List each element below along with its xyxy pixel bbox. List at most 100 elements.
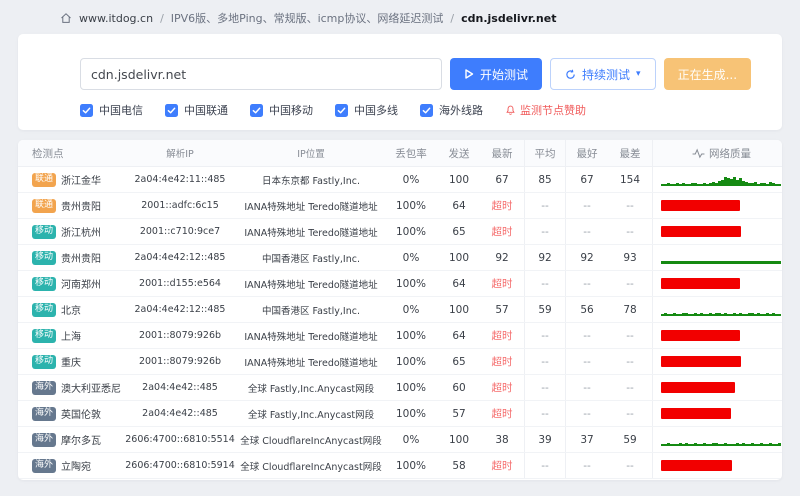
checkbox-checked-icon (80, 103, 93, 117)
host-input[interactable] (80, 58, 442, 90)
sponsor-link-label: 监测节点赞助 (520, 104, 586, 117)
quality-cell (652, 453, 782, 478)
breadcrumb-site[interactable]: www.itdog.cn (79, 12, 153, 25)
checkbox-checked-icon (335, 103, 348, 117)
table-row: 海外 摩尔多瓦 2606:4700::6810:5514 全球 Cloudfla… (18, 427, 782, 453)
isp-badge: 海外 (32, 458, 57, 473)
worst-ping: -- (626, 355, 634, 368)
worst-ping: -- (626, 277, 634, 290)
latest-ping: 超时 (491, 382, 513, 394)
worst-ping: -- (626, 381, 634, 394)
isp-checkbox[interactable]: 中国移动 (250, 102, 313, 118)
table-row: 移动 浙江杭州 2001::c710:9ce7 IANA特殊地址 Teredo隧… (18, 219, 782, 245)
generating-button[interactable]: 正在生成... (663, 58, 752, 90)
bell-icon (506, 105, 515, 115)
isp-checkbox-label: 中国联通 (184, 104, 228, 117)
ip-location: 中国香港区 Fastly,Inc. (262, 305, 360, 317)
start-test-button[interactable]: 开始测试 (450, 58, 543, 90)
latest-ping: 超时 (491, 278, 513, 290)
latest-ping: 超时 (491, 330, 513, 342)
node-cell: 海外 立陶宛 (18, 458, 122, 473)
isp-badge: 移动 (32, 276, 57, 291)
table-header: 检测点 解析IP IP位置 丢包率 发送 最新 平均 最好 最差 网络质量 (18, 140, 782, 167)
table-row: 联通 贵州贵阳 2001::adfc:6c15 IANA特殊地址 Teredo隧… (18, 193, 782, 219)
test-input-row: 开始测试 持续测试 ▾ 正在生成... (80, 58, 752, 90)
loss-rate: 100% (395, 199, 427, 212)
latest-ping: 92 (495, 251, 509, 264)
worst-ping: 59 (623, 433, 637, 446)
isp-badge: 移动 (32, 328, 57, 343)
sent-count: 57 (452, 407, 466, 420)
ip-location: 中国香港区 Fastly,Inc. (262, 253, 360, 265)
node-name: 贵州贵阳 (61, 254, 102, 265)
sent-count: 65 (452, 355, 466, 368)
home-icon (61, 13, 71, 23)
best-ping: -- (583, 407, 591, 420)
resolved-ip: 2001::c710:9ce7 (139, 226, 221, 237)
table-row: 海外 立陶宛 2606:4700::6810:5914 全球 Cloudflar… (18, 453, 782, 479)
test-panel: 开始测试 持续测试 ▾ 正在生成... 中国电信 中国联通 中国移动 (18, 34, 782, 130)
node-name: 浙江杭州 (61, 228, 102, 239)
ip-location: 全球 Fastly,Inc.Anycast网段 (247, 409, 375, 421)
isp-badge: 移动 (32, 250, 57, 265)
loss-bar (661, 356, 741, 367)
quality-cell (652, 193, 782, 218)
node-cell: 海外 摩尔多瓦 (18, 432, 122, 447)
node-cell: 海外 英国伦敦 (18, 406, 122, 421)
latest-ping: 57 (495, 303, 509, 316)
sent-count: 64 (452, 277, 466, 290)
best-ping: -- (583, 277, 591, 290)
checkbox-checked-icon (420, 103, 433, 117)
loss-rate: 100% (395, 355, 427, 368)
best-ping: 37 (580, 433, 594, 446)
avg-ping: -- (524, 271, 566, 296)
worst-ping: 154 (619, 173, 641, 186)
table-row: 海外 英国伦敦 2a04:4e42::485 全球 Fastly,Inc.Any… (18, 401, 782, 427)
node-name: 澳大利亚悉尼 (61, 384, 122, 395)
resolved-ip: 2606:4700::6810:5914 (125, 460, 235, 471)
sent-count: 64 (452, 199, 466, 212)
isp-checkbox[interactable]: 海外线路 (420, 102, 483, 118)
node-name: 英国伦敦 (61, 410, 102, 421)
pulse-icon (692, 148, 705, 158)
sent-count: 100 (448, 251, 470, 264)
ip-location: IANA特殊地址 Teredo隧道地址 (244, 331, 378, 343)
results-table: 检测点 解析IP IP位置 丢包率 发送 最新 平均 最好 最差 网络质量 联通… (18, 140, 782, 480)
latest-ping: 38 (495, 433, 509, 446)
quality-cell (652, 219, 782, 244)
ip-location: 全球 CloudflareIncAnycast网段 (240, 461, 382, 473)
best-ping: -- (583, 199, 591, 212)
node-cell: 移动 河南郑州 (18, 276, 122, 291)
ip-location: 日本东京都 Fastly,Inc. (262, 175, 360, 187)
breadcrumb-separator: / (450, 11, 455, 25)
sponsor-link[interactable]: 监测节点赞助 (505, 102, 586, 118)
node-name: 摩尔多瓦 (61, 436, 102, 447)
breadcrumb-category[interactable]: IPV6版、多地Ping、常规版、icmp协议、网络延迟测试 (171, 10, 444, 26)
sent-count: 65 (452, 225, 466, 238)
avg-ping: 59 (524, 297, 566, 322)
quality-sparkline (661, 312, 781, 316)
resolved-ip: 2a04:4e42::485 (142, 408, 218, 419)
isp-checkbox[interactable]: 中国联通 (165, 102, 228, 118)
continuous-test-button[interactable]: 持续测试 ▾ (550, 58, 656, 90)
header-location: IP位置 (297, 149, 325, 160)
header-node: 检测点 (32, 147, 64, 160)
isp-checkbox[interactable]: 中国电信 (80, 102, 143, 118)
node-name: 浙江金华 (61, 176, 102, 187)
worst-ping: 78 (623, 303, 637, 316)
resolved-ip: 2a04:4e42:12::485 (134, 304, 226, 315)
avg-ping: 85 (524, 167, 566, 192)
worst-ping: -- (626, 459, 634, 472)
ip-location: IANA特殊地址 Teredo隧道地址 (244, 227, 378, 239)
loss-rate: 100% (395, 381, 427, 394)
continuous-test-label: 持续测试 (582, 67, 631, 82)
best-ping: -- (583, 329, 591, 342)
isp-checkbox[interactable]: 中国多线 (335, 102, 398, 118)
best-ping: -- (583, 355, 591, 368)
quality-cell (652, 245, 782, 270)
node-cell: 联通 浙江金华 (18, 172, 122, 187)
header-loss: 丢包率 (395, 147, 427, 160)
header-sent: 发送 (448, 147, 470, 160)
checkbox-checked-icon (165, 103, 178, 117)
header-best: 最好 (576, 147, 598, 160)
